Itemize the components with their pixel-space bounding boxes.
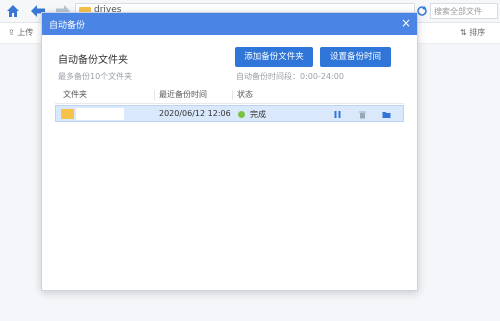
folder-name <box>76 108 124 120</box>
delete-icon[interactable] <box>358 110 367 119</box>
section-hint: 最多备份10个文件夹 <box>58 72 133 81</box>
backup-table: 文件夹 最近备份时间 状态 2020/06/12 12:06 完成 <box>55 87 404 122</box>
folder-icon <box>61 109 74 119</box>
sort-label: 排序 <box>469 28 486 37</box>
column-divider <box>154 90 155 100</box>
column-last-backup: 最近备份时间 <box>159 90 207 99</box>
upload-button[interactable]: ⇪ 上传 <box>8 27 33 38</box>
column-status: 状态 <box>237 90 253 99</box>
set-backup-time-button[interactable]: 设置备份时间 <box>320 47 391 67</box>
table-header: 文件夹 最近备份时间 状态 <box>55 87 404 104</box>
dialog-title: 自动备份 <box>49 21 86 31</box>
open-folder-icon[interactable] <box>382 110 391 119</box>
upload-label: 上传 <box>17 28 34 37</box>
auto-backup-dialog: 自动备份 × 自动备份文件夹 最多备份10个文件夹 添加备份文件夹 设置备份时间… <box>41 12 418 291</box>
close-icon[interactable]: × <box>401 16 411 30</box>
dialog-header: 自动备份 × <box>42 13 417 35</box>
table-row[interactable]: 2020/06/12 12:06 完成 <box>55 105 404 122</box>
section-title: 自动备份文件夹 <box>58 55 128 66</box>
add-backup-folder-button[interactable]: 添加备份文件夹 <box>235 47 313 67</box>
last-backup-time: 2020/06/12 12:06 <box>159 109 231 118</box>
sort-button[interactable]: ⇅ 排序 <box>460 27 485 38</box>
home-icon[interactable] <box>6 4 20 18</box>
status-ok-icon <box>238 111 245 118</box>
backup-time-hint: 自动备份时间段：0:00-24:00 <box>236 72 344 81</box>
column-folder: 文件夹 <box>63 90 87 99</box>
column-divider <box>232 90 233 100</box>
pause-icon[interactable] <box>333 110 342 119</box>
status-text: 完成 <box>250 110 266 119</box>
search-input[interactable]: 搜索全部文件 <box>430 3 498 19</box>
